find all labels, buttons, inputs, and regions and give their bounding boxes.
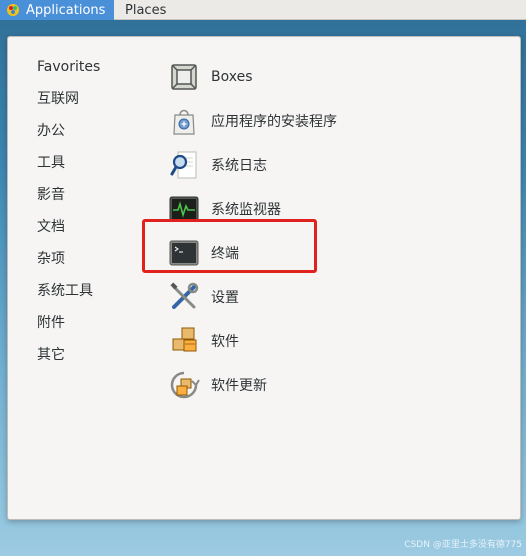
system-monitor-icon: [169, 196, 199, 222]
software-update-icon: [170, 371, 200, 399]
category-office[interactable]: 办公: [37, 121, 100, 153]
app-label: 软件更新: [211, 378, 267, 394]
app-settings[interactable]: 设置: [168, 275, 337, 319]
app-software-installer[interactable]: 应用程序的安装程序: [168, 99, 337, 143]
app-list: Boxes 应用程序的安装程序 系统日志 系统监视器 终端 设置 软件 软件更新: [168, 55, 337, 407]
app-label: 软件: [211, 334, 239, 350]
app-software[interactable]: 软件: [168, 319, 337, 363]
category-misc[interactable]: 杂项: [37, 249, 100, 281]
app-label: 系统日志: [211, 158, 267, 174]
applications-menu-button[interactable]: Applications: [0, 0, 114, 20]
watermark: CSDN @亚里士多没有德775: [404, 540, 522, 550]
software-icon: [172, 327, 197, 352]
app-system-monitor[interactable]: 系统监视器: [168, 187, 337, 231]
gnome-foot-icon: [7, 4, 19, 16]
category-tools[interactable]: 工具: [37, 153, 100, 185]
category-internet[interactable]: 互联网: [37, 89, 100, 121]
top-panel: Applications Places: [0, 0, 526, 20]
category-multimedia[interactable]: 影音: [37, 185, 100, 217]
app-label: 系统监视器: [211, 202, 281, 218]
software-installer-icon: [173, 109, 195, 135]
category-accessories[interactable]: 附件: [37, 313, 100, 345]
app-boxes[interactable]: Boxes: [168, 55, 337, 99]
app-label: 终端: [211, 246, 239, 262]
category-documents[interactable]: 文档: [37, 217, 100, 249]
terminal-icon: [169, 240, 199, 266]
settings-icon: [170, 282, 199, 309]
boxes-icon: [171, 64, 197, 90]
app-label: 应用程序的安装程序: [211, 114, 337, 130]
applications-label: Applications: [26, 2, 106, 18]
places-menu-button[interactable]: Places: [125, 0, 166, 20]
app-terminal[interactable]: 终端: [168, 231, 337, 275]
app-system-log[interactable]: 系统日志: [168, 143, 337, 187]
category-system-tools[interactable]: 系统工具: [37, 281, 100, 313]
places-label: Places: [125, 2, 167, 18]
category-list: Favorites 互联网 办公 工具 影音 文档 杂项 系统工具 附件 其它: [37, 57, 100, 377]
category-other[interactable]: 其它: [37, 345, 100, 377]
category-favorites[interactable]: Favorites: [37, 57, 100, 89]
applications-menu: Favorites 互联网 办公 工具 影音 文档 杂项 系统工具 附件 其它 …: [7, 36, 521, 520]
system-log-icon: [170, 151, 197, 179]
app-label: Boxes: [211, 69, 253, 85]
app-software-update[interactable]: 软件更新: [168, 363, 337, 407]
app-label: 设置: [211, 290, 239, 306]
